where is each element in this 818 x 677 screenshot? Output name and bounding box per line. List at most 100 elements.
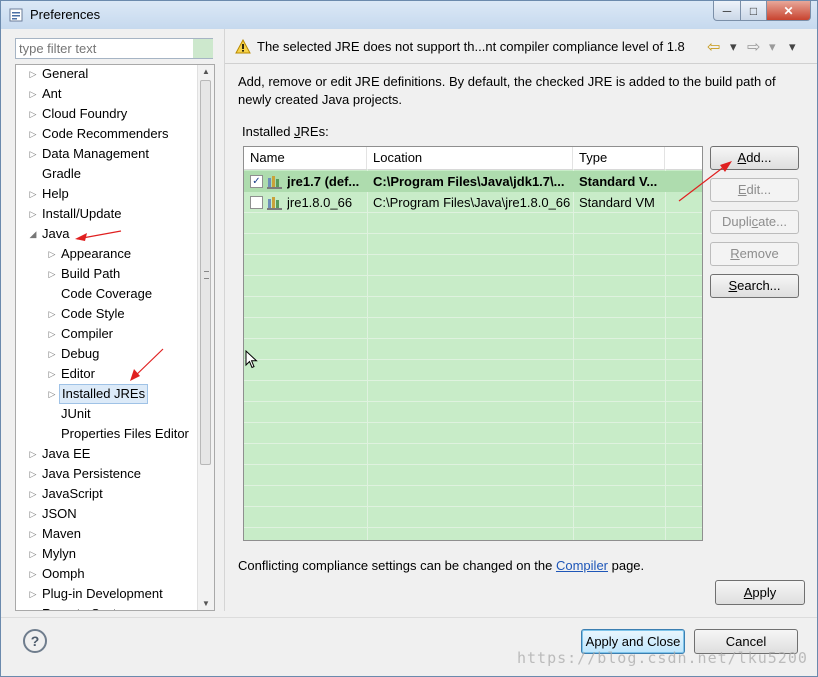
tree-item-label: Data Management <box>42 146 149 161</box>
tree-item-label: Install/Update <box>42 206 122 221</box>
back-menu-icon[interactable]: ▾ <box>730 39 737 55</box>
window-title: Preferences <box>30 7 101 22</box>
tree-item-label: Java Persistence <box>42 466 141 481</box>
tree-expand-icon[interactable]: ▷ <box>26 65 40 84</box>
tree-item-label: Debug <box>61 346 100 361</box>
scroll-down-icon[interactable]: ▼ <box>202 599 210 608</box>
tree-expand-icon[interactable]: ▷ <box>26 524 40 544</box>
tree-item-label: Editor <box>61 366 95 381</box>
scroll-thumb[interactable] <box>200 80 211 465</box>
tree-item-label: Build Path <box>61 266 121 281</box>
filter-clear-icon[interactable] <box>193 39 213 58</box>
preferences-icon <box>9 8 23 22</box>
column-name[interactable]: Name <box>244 147 367 169</box>
scroll-up-icon[interactable]: ▲ <box>202 67 210 76</box>
tree-item-label: Maven <box>42 526 82 541</box>
duplicate-button[interactable]: Duplicate... <box>710 210 799 234</box>
tree-expand-icon[interactable]: ▷ <box>45 384 59 404</box>
tree-expand-icon[interactable]: ▷ <box>26 204 40 224</box>
edit-button[interactable]: Edit... <box>710 178 799 202</box>
tree-expand-icon[interactable]: ▷ <box>26 484 40 504</box>
tree-item-label: Compiler <box>61 326 114 341</box>
tree-item-label: Java <box>42 226 70 241</box>
tree-expand-icon[interactable]: ▷ <box>26 584 40 604</box>
grid-line <box>244 296 702 297</box>
tree-expand-icon[interactable]: ▷ <box>26 104 40 124</box>
tree-expand-icon[interactable]: ▷ <box>26 564 40 584</box>
tree-expand-icon[interactable]: ▷ <box>26 464 40 484</box>
tree-item-label: Properties Files Editor <box>61 426 189 441</box>
column-location[interactable]: Location <box>367 147 573 169</box>
view-menu-icon[interactable]: ▾ <box>789 39 796 55</box>
grid-line <box>244 254 702 255</box>
tree-item-label: Code Style <box>61 306 125 321</box>
filter-input[interactable] <box>15 38 213 59</box>
back-icon[interactable]: ⇦ <box>707 37 720 57</box>
tree-expand-icon[interactable]: ▷ <box>45 264 59 284</box>
tree-item-label: Plug-in Development <box>42 586 163 601</box>
table-row[interactable]: jre1.8.0_66 C:\Program Files\Java\jre1.8… <box>244 192 702 213</box>
apply-button[interactable]: Apply <box>715 580 805 605</box>
footer-separator <box>1 617 817 618</box>
tree-item-label: Installed JREs <box>59 384 149 404</box>
tree-expand-icon[interactable]: ▷ <box>26 504 40 524</box>
table-header: Name Location Type <box>244 147 702 170</box>
tree-expand-icon[interactable]: ▷ <box>26 144 40 164</box>
tree-item-label: JUnit <box>61 406 91 421</box>
table-row[interactable]: ✓ jre1.7 (def... C:\Program Files\Java\j… <box>244 171 702 192</box>
panel-divider[interactable] <box>224 29 225 611</box>
column-type[interactable]: Type <box>573 147 665 169</box>
tree-expand-icon[interactable]: ▷ <box>26 544 40 564</box>
add-button[interactable]: Add... <box>710 146 799 170</box>
default-jre-checkbox[interactable]: ✓ <box>250 175 263 188</box>
maximize-button[interactable]: □ <box>741 1 767 21</box>
installed-jres-label: Installed JREs: <box>242 124 329 139</box>
grid-line <box>244 338 702 339</box>
forward-menu-icon[interactable]: ▾ <box>769 39 776 55</box>
tree-expand-icon[interactable]: ▷ <box>45 344 59 364</box>
forward-icon[interactable]: ⇨ <box>747 37 760 57</box>
tree-expand-icon[interactable]: ▷ <box>45 324 59 344</box>
tree-item-label: General <box>42 66 89 81</box>
mouse-cursor-icon <box>245 350 258 369</box>
tree-expand-icon[interactable]: ▷ <box>45 304 59 324</box>
grid-line <box>244 506 702 507</box>
tree-item-label: Oomph <box>42 566 85 581</box>
grid-line <box>244 317 702 318</box>
grid-line <box>244 485 702 486</box>
jre-library-icon <box>267 197 282 210</box>
grid-line <box>244 422 702 423</box>
jre-table: Name Location Type ✓ jre1.7 (def... C:\P… <box>243 146 703 541</box>
jre-location: C:\Program Files\Java\jre1.8.0_66 <box>373 195 571 210</box>
tree-item-label: Appearance <box>61 246 132 261</box>
tree-item-label: Gradle <box>42 166 82 181</box>
grid-line <box>244 233 702 234</box>
jre-checkbox[interactable] <box>250 196 263 209</box>
tree-expand-icon[interactable]: ▷ <box>26 184 40 204</box>
tree-expand-icon[interactable]: ▷ <box>26 124 40 144</box>
jre-type: Standard V... <box>579 174 658 189</box>
preferences-tree: ▷Remote Systems▷Plug-in Development▷Oomp… <box>15 64 215 611</box>
jre-library-icon <box>267 176 282 189</box>
jre-location: C:\Program Files\Java\jdk1.7\... <box>373 174 565 189</box>
page-description: Add, remove or edit JRE definitions. By … <box>238 74 776 107</box>
minimize-button[interactable]: ─ <box>713 1 741 21</box>
grid-line <box>244 359 702 360</box>
tree-expand-icon[interactable]: ▷ <box>26 84 40 104</box>
tree-expand-icon[interactable]: ▷ <box>45 244 59 264</box>
tree-item-label: Help <box>42 186 69 201</box>
grid-line <box>244 527 702 528</box>
tree-collapse-icon[interactable]: ◢ <box>26 224 40 244</box>
remove-button[interactable]: Remove <box>710 242 799 266</box>
tree-expand-icon[interactable]: ▷ <box>26 444 40 464</box>
tree-expand-icon[interactable]: ▷ <box>26 604 40 610</box>
close-button[interactable]: ✕ <box>767 1 811 21</box>
compiler-link[interactable]: Compiler <box>556 558 608 573</box>
grid-line <box>244 275 702 276</box>
tree-expand-icon[interactable]: ▷ <box>45 364 59 384</box>
header-separator <box>225 63 817 64</box>
tree-scrollbar[interactable]: ▲ ▼ <box>197 65 214 610</box>
search-button[interactable]: Search... <box>710 274 799 298</box>
help-icon[interactable]: ? <box>23 629 47 653</box>
preferences-window: Preferences ─ □ ✕ ▷Remote Systems▷Plug-i… <box>0 0 818 677</box>
